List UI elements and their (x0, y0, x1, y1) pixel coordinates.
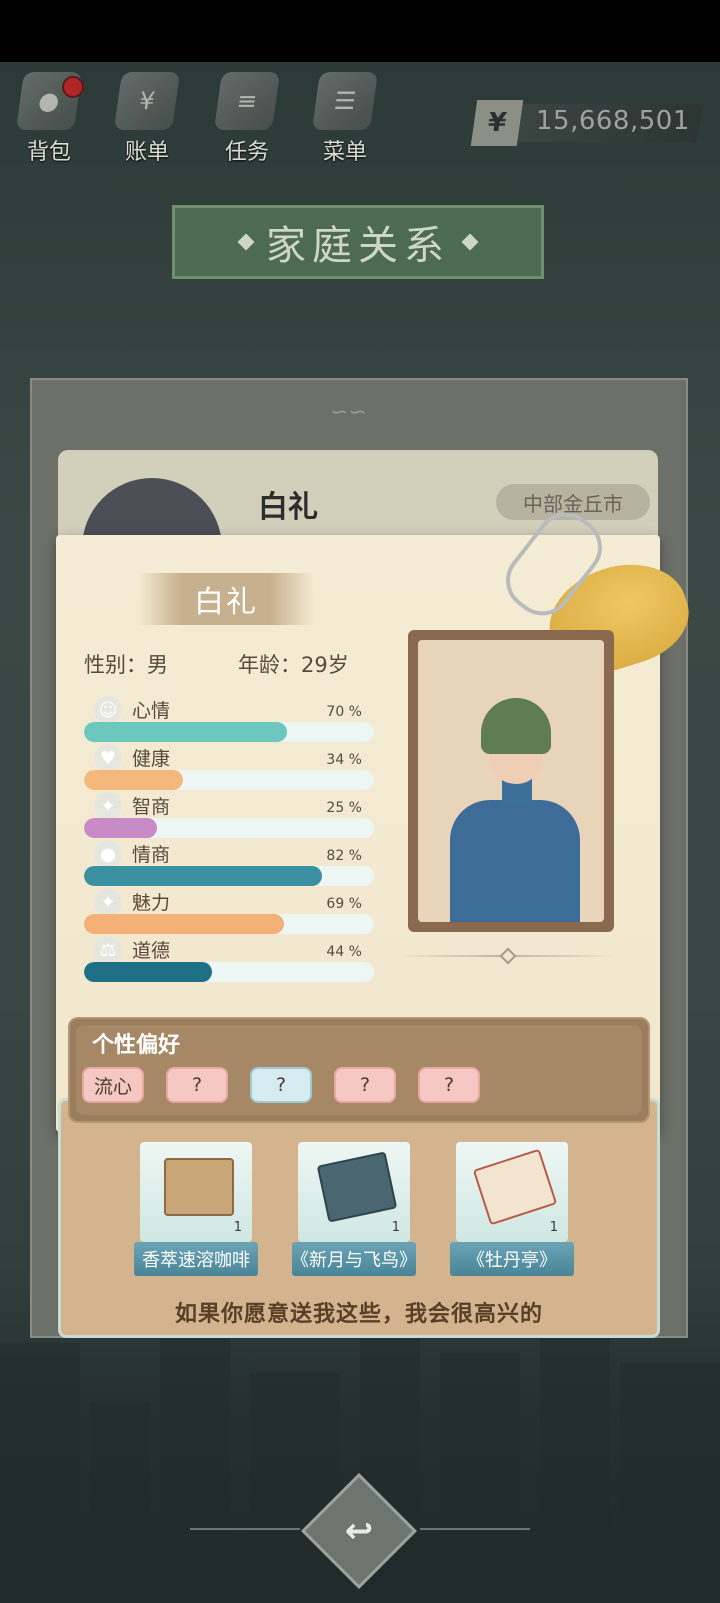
sparkle-icon: ✦ (94, 888, 122, 916)
stat-value: 82 % (326, 848, 362, 864)
gift-count: 1 (233, 1220, 242, 1235)
frame-ornament-icon: ∽∽ (330, 400, 367, 425)
bulb-icon: ✦ (94, 792, 122, 820)
name-tag: 白礼 (138, 573, 314, 625)
mood-icon: ☺ (94, 696, 122, 724)
stat-label: 心情 (132, 700, 171, 722)
menu-icon: ☰ (311, 72, 379, 130)
gift-item-coffee[interactable]: 1 香萃速溶咖啡 (134, 1142, 258, 1278)
preference-tag[interactable]: ? (418, 1067, 480, 1103)
money-amount: 15,668,501 (536, 106, 690, 136)
stat-label: 智商 (132, 796, 171, 818)
portrait-torso (450, 800, 580, 922)
stat-bar (84, 962, 374, 982)
preference-tag[interactable]: ? (334, 1067, 396, 1103)
page-title: 家庭关系 (266, 223, 450, 269)
task-icon: ≡ (213, 72, 281, 130)
gift-item-book[interactable]: 1 《新月与飞鸟》 (291, 1142, 417, 1278)
stat-health: ♥ 健康 34 % (84, 744, 374, 792)
menu-button[interactable]: ☰ 菜单 (310, 72, 380, 172)
stat-value: 25 % (326, 800, 362, 816)
portrait-hair (481, 698, 551, 754)
stat-bar-fill (84, 866, 322, 886)
stat-morality: ⚖ 道德 44 % (84, 936, 374, 984)
scale-icon: ⚖ (94, 936, 122, 964)
stat-label: 道德 (132, 940, 171, 962)
stat-bar-fill (84, 818, 157, 838)
bill-button[interactable]: ¥ 账单 (112, 72, 182, 172)
money-display: ¥ 15,668,501 (460, 100, 705, 146)
bag-button[interactable]: ● 背包 (14, 72, 84, 172)
back-card-name: 白礼 (258, 490, 318, 525)
preference-tag[interactable]: 流心 (82, 1067, 144, 1103)
stat-charm: ✦ 魅力 69 % (84, 888, 374, 936)
gift-label: 香萃速溶咖啡 (134, 1242, 258, 1276)
gift-item-peony[interactable]: 1 《牡丹亭》 (450, 1142, 574, 1278)
yen-icon: ¥ (470, 100, 524, 146)
stat-bar (84, 770, 374, 790)
menu-label: 菜单 (322, 140, 367, 165)
gender-text: 性别：男 (84, 653, 168, 677)
bill-icon: ¥ (113, 72, 181, 130)
diamond-ornament (461, 233, 479, 251)
notification-dot (62, 76, 84, 98)
stat-bar-fill (84, 962, 212, 982)
peony-book-icon (472, 1148, 558, 1226)
stat-bar (84, 914, 374, 934)
ornament-line (190, 1528, 300, 1530)
preferences-title: 个性偏好 (92, 1033, 181, 1058)
diamond-ornament (237, 233, 255, 251)
profile-name: 白礼 (194, 585, 258, 620)
apple-icon: ● (94, 840, 122, 868)
bill-label: 账单 (124, 140, 169, 165)
stat-bar (84, 818, 374, 838)
stat-bar (84, 866, 374, 886)
stat-value: 44 % (326, 944, 362, 960)
gift-count: 1 (391, 1220, 400, 1235)
gift-label: 《新月与飞鸟》 (291, 1242, 417, 1276)
stat-iq: ✦ 智商 25 % (84, 792, 374, 840)
stat-bar-fill (84, 722, 287, 742)
gift-message: 如果你愿意送我这些，我会很高兴的 (174, 1302, 543, 1327)
portrait-image (418, 640, 604, 922)
age-text: 年龄：29岁 (238, 653, 349, 677)
page-title-banner: 家庭关系 (172, 205, 544, 279)
stat-label: 健康 (132, 748, 171, 770)
stat-eq: ● 情商 82 % (84, 840, 374, 888)
stat-bar-fill (84, 770, 183, 790)
stat-value: 69 % (326, 896, 362, 912)
stat-label: 魅力 (132, 892, 171, 914)
coffee-box-icon (164, 1158, 234, 1216)
stat-bar-fill (84, 914, 285, 934)
stat-bar (84, 722, 374, 742)
return-arrow-icon[interactable]: ↩ (330, 1502, 388, 1560)
book-icon (316, 1151, 398, 1223)
stat-value: 70 % (326, 704, 362, 720)
gift-slot: 1 (298, 1142, 410, 1242)
heart-icon: ♥ (94, 744, 122, 772)
stat-label: 情商 (132, 844, 171, 866)
stat-value: 34 % (326, 752, 362, 768)
gift-label: 《牡丹亭》 (450, 1242, 574, 1276)
task-button[interactable]: ≡ 任务 (212, 72, 282, 172)
gift-slot: 1 (456, 1142, 568, 1242)
gift-count: 1 (549, 1220, 558, 1235)
stat-mood: ☺ 心情 70 % (84, 696, 374, 744)
task-label: 任务 (224, 140, 269, 165)
preference-tag[interactable]: ? (166, 1067, 228, 1103)
preference-tag[interactable]: ? (250, 1067, 312, 1103)
character-portrait (408, 630, 614, 932)
bag-label: 背包 (26, 140, 71, 165)
ornament-line (420, 1528, 530, 1530)
gift-slot: 1 (140, 1142, 252, 1242)
